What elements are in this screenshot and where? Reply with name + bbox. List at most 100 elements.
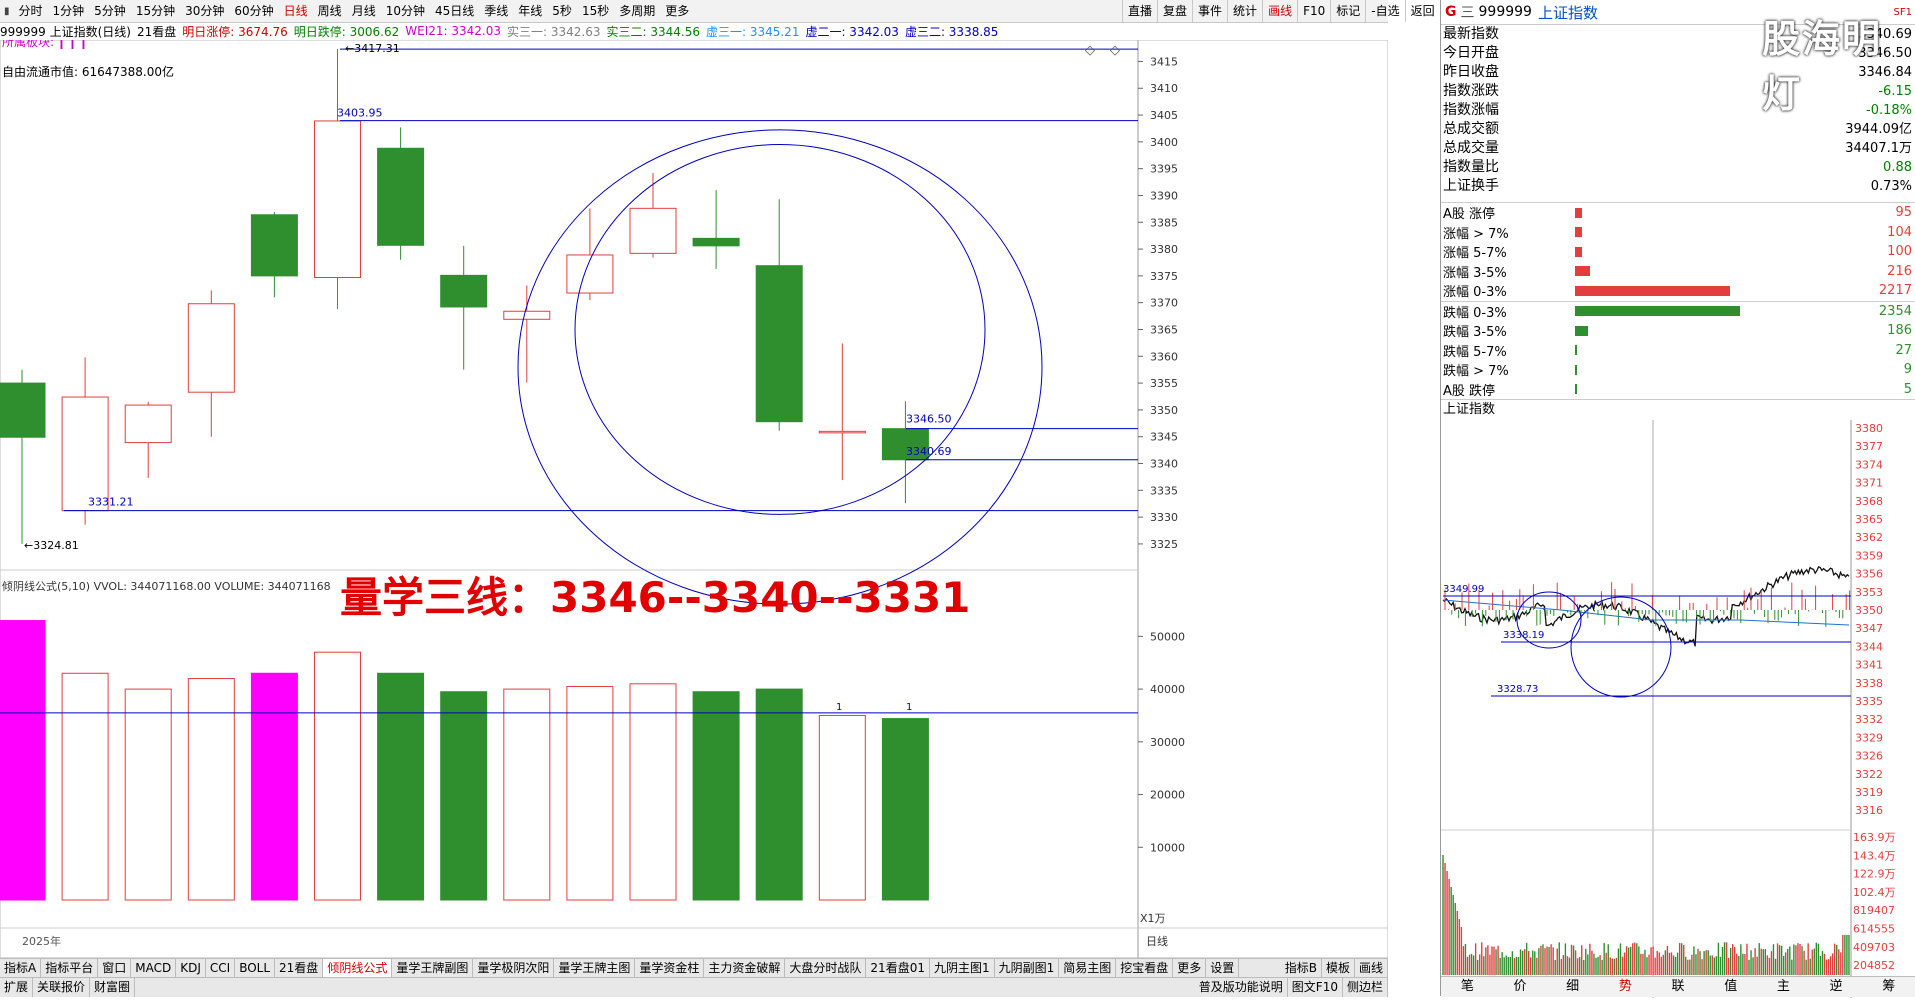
indicator-tab-17[interactable]: 九阴副图1 bbox=[995, 959, 1060, 978]
candle-7[interactable] bbox=[440, 245, 488, 370]
top-button-7[interactable]: -自选 bbox=[1365, 0, 1404, 22]
extension-tab-2[interactable]: 财富圈 bbox=[90, 978, 136, 997]
indicator-tab-11[interactable]: 量学王牌主图 bbox=[554, 959, 636, 978]
intraday-mini-chart[interactable]: 3380 3377 3374 3371 3368 3365 3362 3359 3356 3353… bbox=[1441, 420, 1915, 998]
top-button-1[interactable]: 复盘 bbox=[1157, 0, 1192, 22]
candle-9[interactable] bbox=[566, 208, 614, 300]
template-name[interactable]: 21看盘 bbox=[137, 23, 176, 40]
price-tick-label: 3410 bbox=[1150, 82, 1178, 95]
mini-tab-0[interactable]: 笔 bbox=[1441, 977, 1494, 997]
indicator-tab-12[interactable]: 量学资金柱 bbox=[635, 959, 705, 978]
indicator-right-tab-1[interactable]: 模板 bbox=[1322, 959, 1355, 978]
period-tab-11[interactable]: 季线 bbox=[479, 0, 513, 22]
mini-tab-8[interactable]: 筹 bbox=[1862, 977, 1915, 997]
mini-tab-7[interactable]: 逆 bbox=[1810, 977, 1863, 997]
indicator-tab-15[interactable]: 21看盘01 bbox=[866, 959, 930, 978]
period-tab-16[interactable]: 更多 bbox=[660, 0, 694, 22]
updown-value: 9 bbox=[1903, 362, 1912, 378]
indicator-tab-bar: 指标A 指标平台 窗口 MACD KDJ CCI BOLL 21看盘 倾阴线公式 量学王牌副图 量学… bbox=[0, 958, 1388, 978]
vol-mark-1: 1 bbox=[836, 702, 842, 713]
candle-0[interactable] bbox=[0, 369, 46, 544]
period-tab-15[interactable]: 多周期 bbox=[614, 0, 660, 22]
indicator-tab-6[interactable]: BOLL bbox=[235, 959, 276, 978]
mini-tab-4[interactable]: 联 bbox=[1652, 977, 1705, 997]
indicator-tab-1[interactable]: 指标平台 bbox=[41, 959, 99, 978]
indicator-tab-10[interactable]: 量学极阴次阳 bbox=[473, 959, 555, 978]
candle-10[interactable] bbox=[629, 172, 677, 258]
extension-right-tab-1[interactable]: 图文F10 bbox=[1288, 978, 1343, 997]
period-tab-2[interactable]: 5分钟 bbox=[89, 0, 131, 22]
indicator-tab-8[interactable]: 倾阴线公式 bbox=[323, 959, 393, 978]
indicator-tab-3[interactable]: MACD bbox=[131, 959, 177, 978]
candle-6[interactable] bbox=[377, 127, 425, 260]
indicator-tab-9[interactable]: 量学王牌副图 bbox=[392, 959, 474, 978]
indicator-tab-18[interactable]: 简易主图 bbox=[1059, 959, 1117, 978]
mini-tab-2[interactable]: 细 bbox=[1546, 977, 1599, 997]
indicator-right-tab-2[interactable]: 画线 bbox=[1355, 959, 1388, 978]
extension-tab-0[interactable]: 扩展 bbox=[0, 978, 34, 997]
mini-vol-tick: 122.9万 bbox=[1853, 868, 1896, 881]
candle-8[interactable] bbox=[503, 285, 551, 383]
code-name: 999999 上证指数(日线) bbox=[0, 24, 131, 39]
candle-11[interactable] bbox=[692, 190, 740, 269]
period-tab-5[interactable]: 60分钟 bbox=[229, 0, 278, 22]
period-tab-3[interactable]: 15分钟 bbox=[131, 0, 180, 22]
top-button-6[interactable]: 标记 bbox=[1330, 0, 1365, 22]
indicator-tab-16[interactable]: 九阴主图1 bbox=[930, 959, 995, 978]
indicator-tab-21[interactable]: 设置 bbox=[1206, 959, 1240, 978]
mini-tab-1[interactable]: 价 bbox=[1494, 977, 1547, 997]
period-tab-12[interactable]: 年线 bbox=[513, 0, 547, 22]
year-label: 2025年 bbox=[22, 934, 61, 948]
indicator-tab-13[interactable]: 主力资金破解 bbox=[704, 959, 786, 978]
mini-price-tick: 3319 bbox=[1855, 786, 1883, 799]
extension-right-tab-0[interactable]: 普及版功能说明 bbox=[1195, 978, 1288, 997]
updown-label: 跌幅 5-7% bbox=[1443, 344, 1507, 360]
mini-vol-tick: 163.9万 bbox=[1853, 831, 1896, 844]
period-tab-13[interactable]: 5秒 bbox=[547, 0, 577, 22]
period-tab-10[interactable]: 45日线 bbox=[430, 0, 479, 22]
mini-price-tick: 3368 bbox=[1855, 495, 1883, 508]
candle-5[interactable] bbox=[314, 49, 361, 310]
volume-bar-2 bbox=[124, 688, 172, 901]
price-tick-label: 3395 bbox=[1150, 163, 1178, 176]
candle-13[interactable] bbox=[818, 343, 866, 481]
mini-price-tick: 3326 bbox=[1855, 750, 1883, 763]
indicator-tab-20[interactable]: 更多 bbox=[1173, 959, 1207, 978]
extension-tab-1[interactable]: 关联报价 bbox=[33, 978, 91, 997]
indicator-right-tab-0[interactable]: 指标B bbox=[1281, 959, 1322, 978]
period-tab-0[interactable]: 分时 bbox=[14, 0, 48, 22]
candle-4[interactable] bbox=[250, 212, 298, 298]
period-tab-9[interactable]: 10分钟 bbox=[381, 0, 430, 22]
period-tab-14[interactable]: 15秒 bbox=[577, 0, 614, 22]
top-button-5[interactable]: F10 bbox=[1297, 0, 1330, 22]
mini-price-tick: 3341 bbox=[1855, 659, 1883, 672]
kline-chart[interactable]: 3415 3410 3405 3400 3395 3390 3385 3380 3375 3370… bbox=[0, 40, 1388, 958]
candle-2[interactable] bbox=[124, 401, 172, 478]
indicator-tab-5[interactable]: CCI bbox=[206, 959, 236, 978]
indicator-tab-19[interactable]: 挖宝看盘 bbox=[1116, 959, 1174, 978]
mini-tab-3[interactable]: 势 bbox=[1599, 977, 1652, 997]
mini-tab-6[interactable]: 主 bbox=[1757, 977, 1810, 997]
candle-12[interactable] bbox=[755, 199, 803, 431]
period-tab-6[interactable]: 日线 bbox=[279, 0, 313, 22]
candle-3[interactable] bbox=[187, 290, 235, 437]
indicator-tab-2[interactable]: 窗口 bbox=[98, 959, 132, 978]
top-button-8[interactable]: 返回 bbox=[1404, 0, 1440, 22]
indicator-tab-7[interactable]: 21看盘 bbox=[275, 959, 324, 978]
top-button-3[interactable]: 统计 bbox=[1227, 0, 1262, 22]
mini-tab-5[interactable]: 值 bbox=[1704, 977, 1757, 997]
menu-icon[interactable]: 三 bbox=[1461, 2, 1479, 22]
price-tick-label: 3355 bbox=[1150, 377, 1178, 390]
updown-bar bbox=[1575, 364, 1577, 375]
indicator-tab-4[interactable]: KDJ bbox=[176, 959, 206, 978]
period-tab-4[interactable]: 30分钟 bbox=[180, 0, 229, 22]
top-button-4[interactable]: 画线 bbox=[1262, 0, 1297, 22]
period-tab-7[interactable]: 周线 bbox=[313, 0, 347, 22]
extension-right-tab-2[interactable]: 侧边栏 bbox=[1343, 978, 1388, 997]
indicator-tab-0[interactable]: 指标A bbox=[0, 959, 42, 978]
period-tab-1[interactable]: 1分钟 bbox=[48, 0, 90, 22]
period-tab-8[interactable]: 月线 bbox=[347, 0, 381, 22]
indicator-tab-14[interactable]: 大盘分时战队 bbox=[785, 959, 867, 978]
top-button-0[interactable]: 直播 bbox=[1122, 0, 1157, 22]
top-button-2[interactable]: 事件 bbox=[1192, 0, 1227, 22]
